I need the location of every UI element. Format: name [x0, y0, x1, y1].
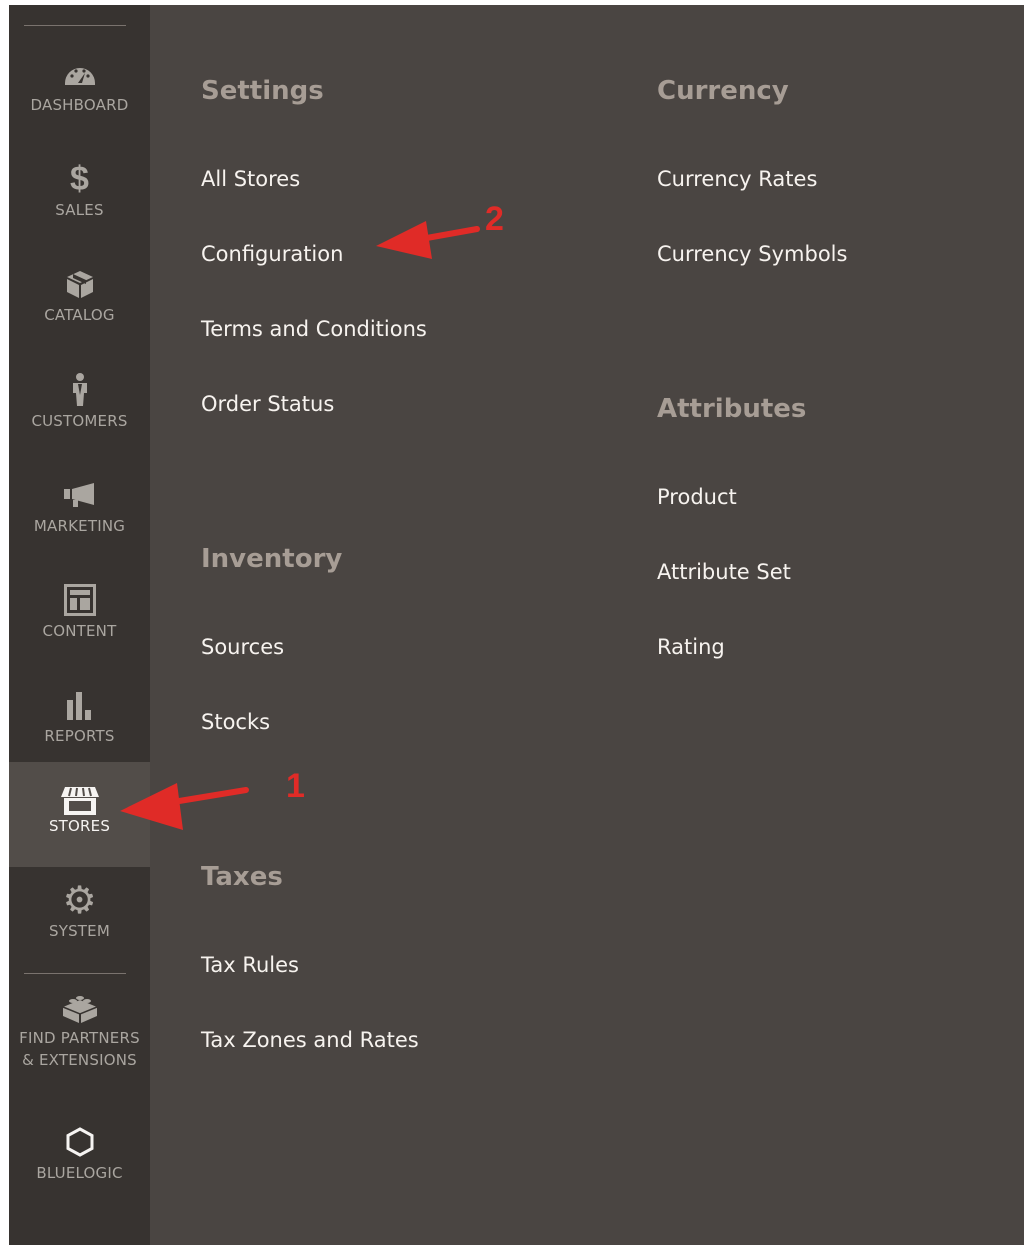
annotation-arrow-1	[120, 783, 249, 830]
box-icon	[9, 267, 150, 301]
annotation-arrow-2	[376, 221, 480, 259]
menu-link-stocks[interactable]: Stocks	[201, 710, 270, 734]
sidebar-label-catalog: CATALOG	[44, 306, 115, 324]
menu-link-tax-zones-and-rates[interactable]: Tax Zones and Rates	[201, 1028, 419, 1052]
menu-link-currency-symbols[interactable]: Currency Symbols	[657, 242, 847, 266]
menu-link-configuration[interactable]: Configuration	[201, 242, 343, 266]
sidebar-label-reports: REPORTS	[44, 727, 115, 745]
sidebar-item-find-partners[interactable]: FIND PARTNERS & EXTENSIONS	[9, 982, 150, 1087]
menu-link-product[interactable]: Product	[657, 485, 737, 509]
sidebar-label-sales: SALES	[55, 201, 104, 219]
speedometer-icon	[9, 57, 150, 91]
sidebar-label-bluelogic: BLUELOGIC	[36, 1164, 123, 1182]
sidebar-label-find-partners: FIND PARTNERS & EXTENSIONS	[19, 1029, 140, 1069]
sidebar-item-content[interactable]: CONTENT	[9, 567, 150, 672]
dollar-icon: $	[70, 159, 89, 198]
menu-link-all-stores[interactable]: All Stores	[201, 167, 300, 191]
sidebar-label-customers: CUSTOMERS	[31, 412, 128, 430]
admin-frame: DASHBOARD $ SALES CATALOG CUSTOMERS MARK…	[9, 5, 1024, 1245]
section-title-inventory: Inventory	[201, 544, 343, 574]
sidebar-label-system: SYSTEM	[49, 922, 110, 940]
menu-link-order-status[interactable]: Order Status	[201, 392, 334, 416]
hexagon-icon	[9, 1125, 150, 1159]
lego-brick-icon	[9, 990, 150, 1024]
menu-link-tax-rules[interactable]: Tax Rules	[201, 953, 299, 977]
menu-link-attribute-set[interactable]: Attribute Set	[657, 560, 791, 584]
sidebar-item-sales[interactable]: $ SALES	[9, 146, 150, 251]
sidebar-divider-top	[24, 25, 126, 26]
section-title-attributes: Attributes	[657, 394, 807, 424]
gear-icon: ⚙	[62, 878, 97, 922]
sidebar-item-catalog[interactable]: CATALOG	[9, 251, 150, 356]
sidebar-label-marketing: MARKETING	[33, 517, 126, 535]
menu-link-currency-rates[interactable]: Currency Rates	[657, 167, 817, 191]
sidebar-item-system[interactable]: ⚙ SYSTEM	[9, 867, 150, 972]
megaphone-icon	[9, 478, 150, 512]
layout-icon	[9, 583, 150, 617]
menu-link-terms-and-conditions[interactable]: Terms and Conditions	[201, 317, 427, 341]
section-title-taxes: Taxes	[201, 862, 283, 892]
sidebar-item-marketing[interactable]: MARKETING	[9, 462, 150, 567]
annotation-number-2: 2	[485, 200, 504, 238]
annotation-number-1: 1	[286, 767, 305, 805]
bar-chart-icon	[9, 688, 150, 722]
menu-link-rating[interactable]: Rating	[657, 635, 725, 659]
sidebar-divider-bottom	[24, 973, 126, 974]
sidebar-item-dashboard[interactable]: DASHBOARD	[9, 41, 150, 146]
menu-link-sources[interactable]: Sources	[201, 635, 284, 659]
section-title-settings: Settings	[201, 76, 324, 106]
sidebar-label-content: CONTENT	[42, 622, 117, 640]
sidebar-item-bluelogic[interactable]: BLUELOGIC	[9, 1109, 150, 1214]
sidebar-label-dashboard: DASHBOARD	[30, 96, 129, 114]
sidebar-item-customers[interactable]: CUSTOMERS	[9, 357, 150, 462]
person-icon	[9, 373, 150, 407]
section-title-currency: Currency	[657, 76, 789, 106]
admin-sidebar: DASHBOARD $ SALES CATALOG CUSTOMERS MARK…	[9, 5, 150, 1245]
